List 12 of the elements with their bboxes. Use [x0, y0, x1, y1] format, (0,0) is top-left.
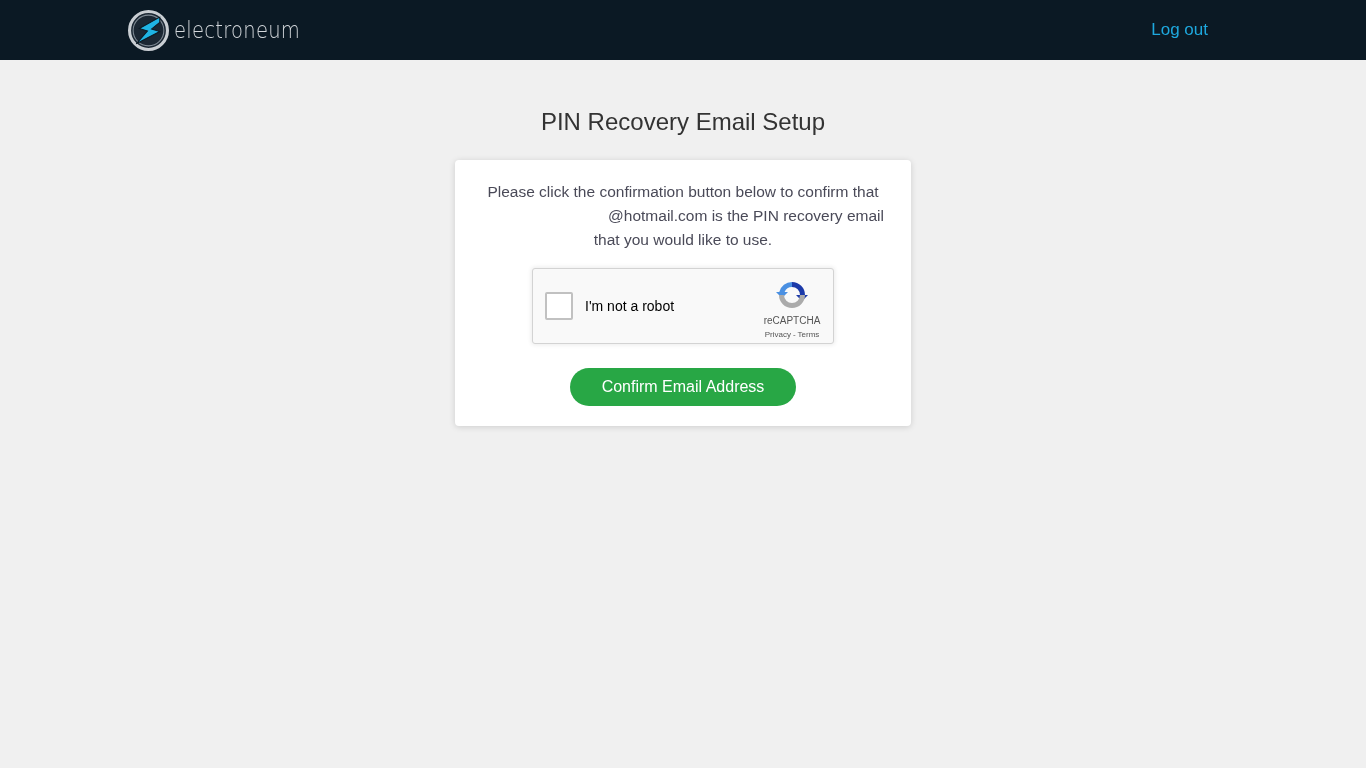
- lightning-logo-icon[interactable]: [128, 9, 169, 51]
- page-title: PIN Recovery Email Setup: [540, 107, 826, 137]
- recaptcha-brand: reCAPTCHA: [763, 315, 821, 327]
- link-separator: -: [792, 330, 796, 340]
- confirmation-message: Please click the confirmation button below to confirm that @hotmail.com is the PIN recovery email that you would like to use.: [486, 182, 885, 250]
- checkbox-label: I'm not a robot: [585, 298, 675, 314]
- privacy-link[interactable]: Privacy: [764, 330, 791, 340]
- logout-link[interactable]: Log out: [1151, 20, 1208, 40]
- brand-name[interactable]: electroneum: [174, 18, 301, 42]
- terms-link[interactable]: Terms: [797, 330, 820, 340]
- recaptcha-logo-icon: [776, 279, 808, 311]
- robot-checkbox[interactable]: [545, 292, 573, 320]
